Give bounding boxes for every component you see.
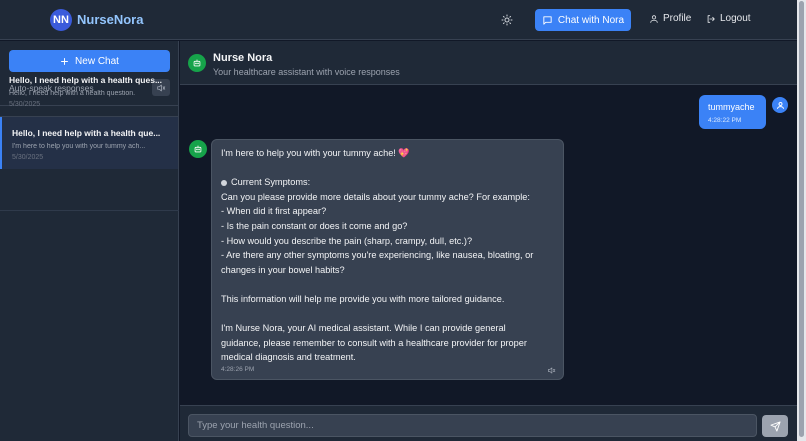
bot-line-heading: Current Symptoms:	[221, 175, 533, 190]
bot-line: I'm here to help you with your tummy ach…	[221, 148, 410, 158]
send-icon	[769, 420, 781, 432]
chat-subtitle: Your healthcare assistant with voice res…	[213, 67, 400, 77]
theme-toggle-button[interactable]	[499, 12, 515, 28]
page-scrollbar-thumb[interactable]	[799, 1, 804, 437]
user-avatar	[772, 97, 788, 113]
user-message-time: 4:28:22 PM	[708, 117, 742, 124]
bot-line	[221, 307, 533, 322]
message-input[interactable]	[188, 414, 757, 437]
send-button[interactable]	[762, 415, 788, 437]
bot-line: This information will help me provide yo…	[221, 293, 505, 304]
chat-with-nora-label: Chat with Nora	[557, 14, 625, 26]
chat-header: Nurse Nora Your healthcare assistant wit…	[180, 41, 806, 85]
brand-name[interactable]: NurseNora	[77, 12, 143, 27]
user-message: tummyache 4:28:22 PM	[699, 95, 766, 129]
chat-history-divider	[0, 210, 179, 211]
chat-history-item[interactable]: Hello, I need help with a health ques...…	[0, 68, 178, 116]
bot-line	[221, 161, 533, 176]
new-chat-label: New Chat	[75, 55, 119, 67]
user-icon	[776, 101, 784, 109]
chat-title: Nurse Nora	[213, 52, 273, 64]
bot-line: - How would you describe the pain (sharp…	[221, 235, 473, 246]
logo[interactable]: NN	[50, 9, 72, 31]
bot-icon	[193, 59, 201, 67]
speaker-muted-icon	[547, 367, 555, 373]
bot-line	[221, 277, 533, 292]
bot-message-text: I'm here to help you with your tummy ach…	[221, 146, 533, 365]
bot-line: medical diagnosis and treatment.	[221, 352, 356, 363]
sidebar: New Chat Auto-speak responses Hello, I n…	[0, 41, 179, 441]
message-icon	[543, 15, 552, 25]
bot-line: - Is the pain constant or does it come a…	[221, 220, 408, 231]
plus-icon	[61, 57, 69, 65]
profile-label: Profile	[663, 13, 692, 24]
bot-line: - Are there any other symptoms you're ex…	[221, 250, 534, 261]
message-composer	[180, 405, 806, 441]
chat-history-item-active[interactable]: Hello, I need help with a health que... …	[0, 117, 178, 169]
chat-history-date: 5/30/2025	[12, 154, 44, 161]
top-nav: NN NurseNora Chat with Nora Profile Logo…	[0, 0, 806, 40]
chat-history-preview: I'm here to help you with your tummy ach…	[12, 143, 146, 150]
bot-line: guidance, please remember to consult wit…	[221, 337, 527, 348]
bullet-icon	[221, 179, 227, 186]
bot-line: - When did it first appear?	[221, 206, 327, 217]
sun-icon	[501, 14, 513, 26]
user-message-text: tummyache	[708, 102, 755, 112]
bot-line: changes in your bowel habits?	[221, 264, 345, 275]
chat-history-preview: Hello, I need help with a health questio…	[9, 90, 136, 97]
bot-line: Can you please provide more details abou…	[221, 191, 530, 202]
profile-link[interactable]: Profile	[649, 13, 691, 24]
chat-history-title: Hello, I need help with a health ques...	[9, 75, 163, 85]
bot-message: I'm here to help you with your tummy ach…	[211, 139, 564, 380]
logout-link[interactable]: Logout	[706, 13, 751, 24]
bot-icon	[194, 145, 202, 153]
user-icon	[650, 14, 658, 23]
bot-line: I'm Nurse Nora, your AI medical assistan…	[221, 323, 506, 334]
logout-label: Logout	[720, 13, 751, 24]
bot-message-time: 4:28:26 PM	[221, 366, 255, 373]
bot-avatar	[188, 54, 206, 72]
chat-history-date: 5/30/2025	[9, 101, 41, 108]
bot-avatar	[189, 140, 207, 158]
chat-with-nora-button[interactable]: Chat with Nora	[535, 9, 631, 31]
logout-icon	[707, 14, 715, 23]
bot-line: Current Symptoms:	[231, 177, 311, 188]
speak-message-button[interactable]	[545, 365, 557, 375]
chat-history-title: Hello, I need help with a health que...	[12, 128, 161, 138]
